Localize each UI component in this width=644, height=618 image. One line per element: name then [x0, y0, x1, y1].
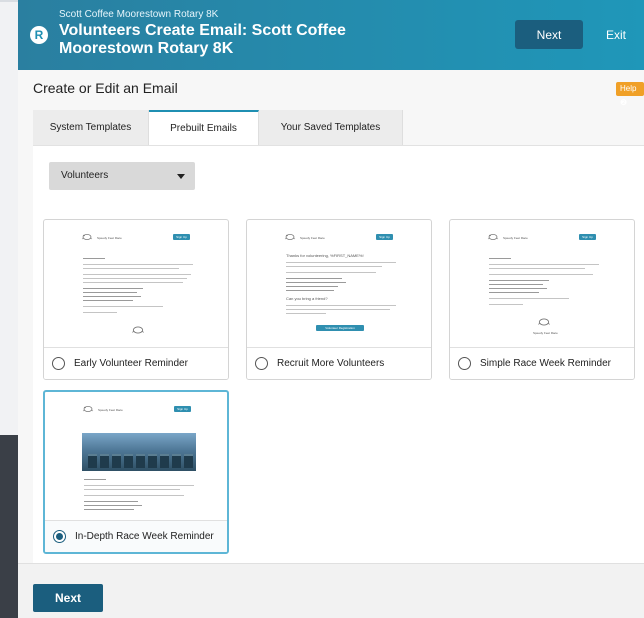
- text-line: [83, 282, 183, 283]
- template-card-simple-race-week-reminder[interactable]: Speedy Feet Race Sign Up Speedy Feet Rac…: [449, 219, 635, 380]
- email-preview-thumbnail: Speedy Feet Race Sign Up: [45, 221, 227, 347]
- text-line: [83, 274, 191, 275]
- text-line: [84, 495, 184, 496]
- text-line: [286, 262, 396, 263]
- header-next-button[interactable]: Next: [515, 20, 583, 49]
- text-line: [83, 300, 133, 301]
- email-signup-button: Sign Up: [173, 234, 190, 240]
- turtle-logo-icon: [81, 234, 93, 240]
- app-logo: R: [30, 26, 48, 44]
- text-line: [83, 306, 163, 307]
- template-radio[interactable]: [52, 357, 65, 370]
- email-brand-text: Speedy Feet Race: [97, 236, 122, 240]
- event-subtitle: Scott Coffee Moorestown Rotary 8K: [59, 9, 219, 20]
- template-name: Early Volunteer Reminder: [74, 358, 188, 369]
- text-line: [286, 278, 342, 279]
- text-line: [489, 288, 547, 289]
- race-photo-image: [82, 433, 196, 471]
- email-preview-thumbnail: Speedy Feet Race Sign Up: [46, 393, 226, 519]
- template-name: In-Depth Race Week Reminder: [75, 531, 214, 542]
- text-line: [489, 292, 539, 293]
- text-line: [83, 268, 179, 269]
- text-line: [489, 304, 523, 305]
- email-brand-text: Speedy Feet Race: [98, 408, 123, 412]
- chevron-down-icon: [177, 174, 185, 179]
- prebuilt-emails-panel: Volunteers Speedy Feet Race Sign Up Earl…: [33, 145, 644, 563]
- template-card-in-depth-race-week-reminder[interactable]: Speedy Feet Race Sign Up In-Depth Race W…: [43, 390, 229, 554]
- template-tabs: System Templates Prebuilt Emails Your Sa…: [33, 110, 403, 145]
- create-email-modal: R Scott Coffee Moorestown Rotary 8K Volu…: [18, 0, 644, 618]
- email-brand-text: Speedy Feet Race: [533, 331, 558, 335]
- text-line: [83, 292, 137, 293]
- text-line: [83, 296, 141, 297]
- text-line: [83, 312, 117, 313]
- email-preview-thumbnail: Speedy Feet Race Sign Up Thanks for volu…: [248, 221, 430, 347]
- modal-footer: Next: [18, 563, 644, 618]
- template-card-footer: Early Volunteer Reminder: [44, 347, 228, 379]
- email-heading: Thanks for volunteering, %FIRST_NAME%!: [286, 253, 364, 258]
- email-brand-text: Speedy Feet Race: [503, 236, 528, 240]
- text-line: [286, 309, 390, 310]
- text-line: [286, 266, 382, 267]
- turtle-logo-icon: [538, 318, 550, 326]
- template-card-footer: In-Depth Race Week Reminder: [45, 520, 227, 552]
- text-line: [489, 298, 569, 299]
- tab-prebuilt-emails[interactable]: Prebuilt Emails: [149, 110, 259, 145]
- text-line: [489, 280, 549, 281]
- text-line: [489, 258, 511, 259]
- modal-header: R Scott Coffee Moorestown Rotary 8K Volu…: [18, 0, 644, 70]
- text-line: [83, 258, 105, 259]
- template-card-recruit-more-volunteers[interactable]: Speedy Feet Race Sign Up Thanks for volu…: [246, 219, 432, 380]
- template-name: Recruit More Volunteers: [277, 358, 385, 369]
- email-signup-button: Sign Up: [174, 406, 191, 412]
- text-line: [84, 485, 194, 486]
- turtle-logo-icon: [284, 234, 296, 240]
- text-line: [84, 509, 134, 510]
- text-line: [84, 479, 106, 480]
- text-line: [489, 274, 593, 275]
- template-radio[interactable]: [458, 357, 471, 370]
- text-line: [84, 489, 180, 490]
- text-line: [286, 290, 334, 291]
- template-card-early-volunteer-reminder[interactable]: Speedy Feet Race Sign Up Early Volunteer…: [43, 219, 229, 380]
- text-line: [286, 286, 338, 287]
- template-card-footer: Recruit More Volunteers: [247, 347, 431, 379]
- template-name: Simple Race Week Reminder: [480, 358, 611, 369]
- text-line: [489, 284, 543, 285]
- volunteer-registration-button: Volunteer Registration: [316, 325, 364, 331]
- template-radio[interactable]: [255, 357, 268, 370]
- email-subheading: Can you bring a friend?: [286, 296, 328, 301]
- email-signup-button: Sign Up: [376, 234, 393, 240]
- text-line: [83, 278, 187, 279]
- text-line: [286, 272, 376, 273]
- template-radio-selected[interactable]: [53, 530, 66, 543]
- text-line: [286, 282, 346, 283]
- text-line: [489, 264, 599, 265]
- modal-title: Volunteers Create Email: Scott Coffee Mo…: [59, 22, 346, 57]
- page-title: Create or Edit an Email: [33, 80, 178, 96]
- tab-system-templates[interactable]: System Templates: [33, 110, 149, 145]
- turtle-logo-icon: [487, 234, 499, 240]
- text-line: [83, 264, 193, 265]
- template-card-footer: Simple Race Week Reminder: [450, 347, 634, 379]
- email-signup-button: Sign Up: [579, 234, 596, 240]
- tab-your-saved-templates[interactable]: Your Saved Templates: [259, 110, 403, 145]
- category-dropdown[interactable]: Volunteers: [49, 162, 195, 190]
- turtle-logo-icon: [132, 326, 144, 334]
- text-line: [286, 313, 326, 314]
- email-preview-thumbnail: Speedy Feet Race Sign Up Speedy Feet Rac…: [451, 221, 633, 347]
- email-brand-text: Speedy Feet Race: [300, 236, 325, 240]
- category-dropdown-value: Volunteers: [61, 170, 109, 181]
- text-line: [83, 288, 143, 289]
- help-button[interactable]: Help ❷: [616, 82, 644, 107]
- text-line: [286, 305, 396, 306]
- text-line: [489, 268, 585, 269]
- footer-next-button[interactable]: Next: [33, 584, 103, 612]
- exit-button[interactable]: Exit: [588, 20, 644, 49]
- turtle-logo-icon: [82, 406, 94, 412]
- text-line: [84, 501, 138, 502]
- text-line: [84, 505, 142, 506]
